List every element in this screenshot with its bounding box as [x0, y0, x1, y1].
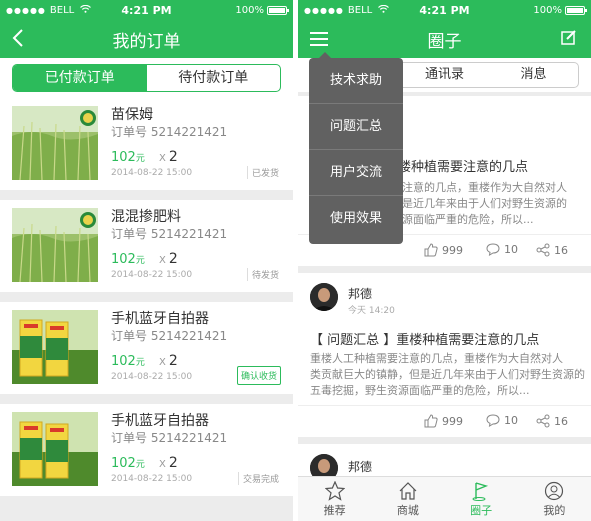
status-badge: 交易完成: [237, 472, 279, 485]
post-body: 注意的几点，重楼作为大自然对人 是近几年来由于人们对野生资源的 源面临严重的危险…: [402, 181, 567, 226]
quantity: X2: [159, 455, 178, 471]
quantity: X2: [159, 251, 178, 267]
back-button[interactable]: [12, 28, 24, 52]
menu-item-results[interactable]: 使用效果: [309, 196, 403, 242]
price: 102元: [111, 354, 145, 369]
product-name: 手机蓝牙自拍器: [111, 413, 209, 429]
page-title: 圈子: [427, 31, 462, 52]
user-icon: [545, 481, 564, 501]
page-title: 我的订单: [112, 31, 181, 52]
share-icon: [536, 243, 550, 257]
post-author: 邦德: [348, 287, 373, 301]
post-title: 楼种植需要注意的几点: [398, 160, 529, 175]
product-thumbnail-package: [12, 412, 98, 486]
tab-contacts[interactable]: 通讯录: [400, 63, 489, 87]
comment-icon: [486, 414, 500, 427]
order-segmented-control: 已付款订单 待付款订单: [12, 64, 281, 92]
price: 102元: [111, 252, 145, 267]
tab-mine[interactable]: 我的: [518, 477, 591, 521]
edit-icon: [561, 30, 576, 45]
post-card[interactable]: 邦德 今天 14:20 【 问题汇总 】重楼种植需要注意的几点 重楼人工种植需要…: [298, 273, 591, 437]
thumbs-up-icon: [424, 243, 438, 257]
avatar[interactable]: [310, 283, 338, 311]
product-thumbnail-wheat: [12, 208, 98, 282]
price: 102元: [111, 150, 145, 165]
tab-unpaid-orders[interactable]: 待付款订单: [147, 65, 281, 91]
menu-item-user-exchange[interactable]: 用户交流: [309, 150, 403, 196]
bottom-tab-bar: 推荐 商城 圈子 我的: [298, 476, 591, 521]
clock: 4:21 PM: [121, 3, 172, 17]
status-bar: ●●●●● BELL 4:21 PM 100%: [0, 0, 293, 20]
like-button[interactable]: 999: [424, 414, 463, 428]
battery-icon: [267, 5, 289, 15]
order-number: 订单号 5214221421: [111, 329, 228, 343]
order-card[interactable]: 苗保姆 订单号 5214221421 102元 X2 2014-08-22 15…: [0, 98, 293, 190]
share-button[interactable]: 16: [536, 243, 568, 257]
post-title: 【 问题汇总 】重楼种植需要注意的几点: [310, 333, 540, 348]
home-icon: [399, 482, 417, 500]
product-name: 苗保姆: [111, 107, 153, 123]
category-menu: 技术求助 问题汇总 用户交流 使用效果: [309, 52, 403, 244]
battery-icon: [565, 5, 587, 15]
tab-messages[interactable]: 消息: [489, 63, 578, 87]
product-thumbnail-package: [12, 310, 98, 384]
like-button[interactable]: 999: [424, 243, 463, 257]
nav-bar: 圈子: [298, 20, 591, 58]
post-time: 今天 14:20: [348, 306, 395, 316]
hamburger-icon: [310, 32, 328, 46]
share-button[interactable]: 16: [536, 414, 568, 428]
share-icon: [536, 414, 550, 428]
order-date: 2014-08-22 15:00: [111, 270, 193, 280]
order-card[interactable]: 手机蓝牙自拍器 订单号 5214221421 102元 X2 2014-08-2…: [0, 302, 293, 394]
quantity: X2: [159, 353, 178, 369]
tab-circle[interactable]: 圈子: [445, 477, 518, 521]
status-badge: 已发货: [246, 166, 279, 179]
orders-screen: ●●●●● BELL 4:21 PM 100% 我的订单 已付款订单 待付款订单: [0, 0, 293, 521]
circle-screen: ●●●●● BELL 4:21 PM 100% 圈子 通讯录 消息 楼种植需要注…: [298, 0, 591, 521]
order-date: 2014-08-22 15:00: [111, 372, 193, 382]
order-date: 2014-08-22 15:00: [111, 474, 193, 484]
confirm-receipt-button[interactable]: 确认收货: [236, 366, 281, 385]
status-badge: 待发货: [246, 268, 279, 281]
product-thumbnail-wheat: [12, 106, 98, 180]
product-name: 混混掺肥料: [111, 209, 181, 225]
comment-button[interactable]: 10: [486, 414, 518, 427]
product-name: 手机蓝牙自拍器: [111, 311, 209, 327]
post-author: 邦德: [348, 460, 373, 474]
order-card[interactable]: 手机蓝牙自拍器 订单号 5214221421 102元 X2 2014-08-2…: [0, 404, 293, 496]
comment-icon: [486, 243, 500, 256]
tab-recommend[interactable]: 推荐: [298, 477, 371, 521]
order-date: 2014-08-22 15:00: [111, 168, 193, 178]
menu-item-tech-help[interactable]: 技术求助: [309, 58, 403, 104]
order-number: 订单号 5214221421: [111, 227, 228, 241]
order-number: 订单号 5214221421: [111, 431, 228, 445]
thumbs-up-icon: [424, 414, 438, 428]
tab-paid-orders[interactable]: 已付款订单: [13, 65, 147, 91]
compose-button[interactable]: [561, 29, 577, 49]
clock: 4:21 PM: [419, 3, 470, 17]
menu-item-faq[interactable]: 问题汇总: [309, 104, 403, 150]
post-stats: 999 10 16: [298, 405, 591, 437]
order-card[interactable]: 混混掺肥料 订单号 5214221421 102元 X2 2014-08-22 …: [0, 200, 293, 292]
post-body: 重楼人工种植需要注意的几点，重楼作为大自然对人 类贡献巨大的镇静，但是近几年来由…: [310, 352, 585, 397]
nav-bar: 我的订单: [0, 20, 293, 58]
comment-button[interactable]: 10: [486, 243, 518, 256]
order-number: 订单号 5214221421: [111, 125, 228, 139]
menu-button[interactable]: [310, 29, 328, 51]
tab-mall[interactable]: 商城: [371, 477, 444, 521]
price: 102元: [111, 456, 145, 471]
star-icon: [324, 481, 345, 501]
flag-icon: [472, 482, 489, 501]
chevron-left-icon: [12, 29, 23, 47]
quantity: X2: [159, 149, 178, 165]
status-bar: ●●●●● BELL 4:21 PM 100%: [298, 0, 591, 20]
